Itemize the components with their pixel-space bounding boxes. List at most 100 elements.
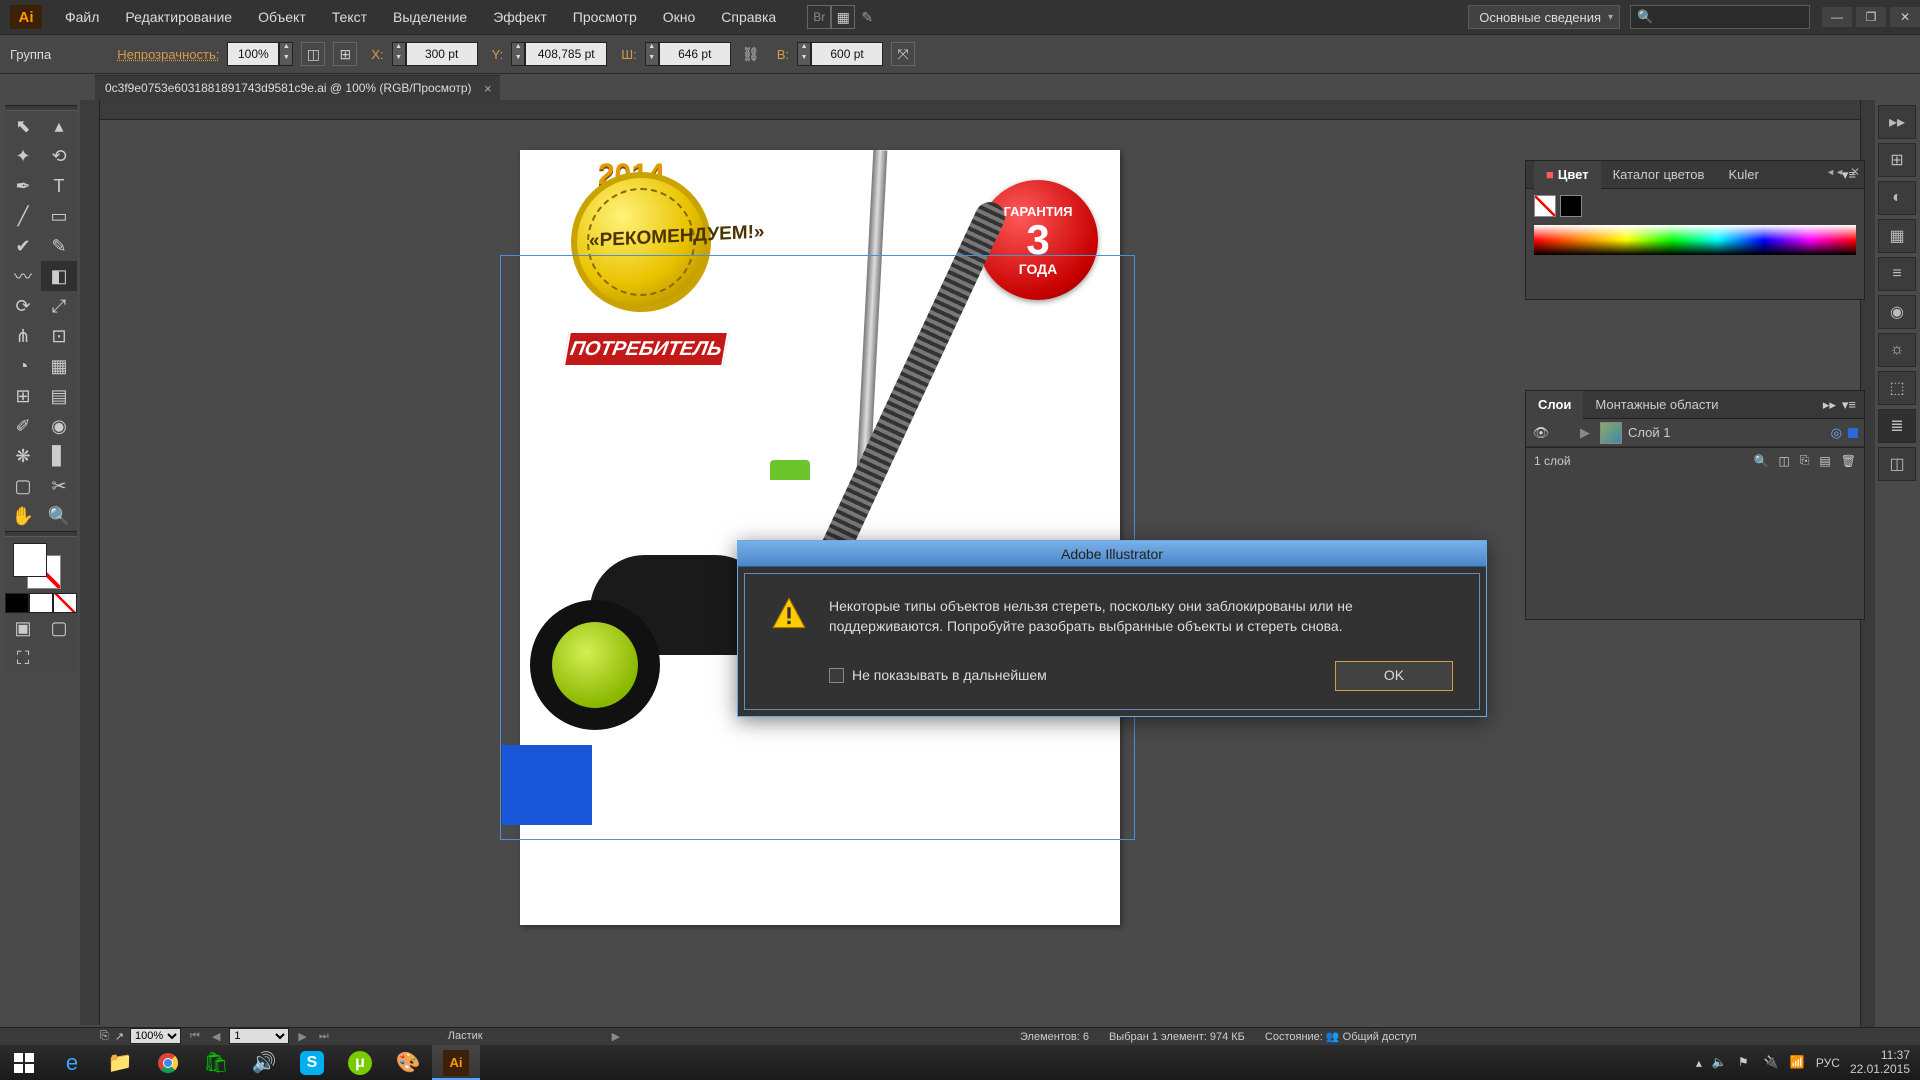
tray-expand-icon[interactable]: ▴	[1696, 1056, 1702, 1070]
selection-tool[interactable]: ⬉	[5, 111, 41, 141]
opacity-dropdown[interactable]: ▲▼	[279, 42, 293, 66]
color-guide-tab[interactable]: Каталог цветов	[1601, 161, 1717, 189]
zoom-select[interactable]: 100%	[130, 1028, 181, 1044]
align-icon[interactable]: ⊞	[333, 42, 357, 66]
scale-tool[interactable]: ⤢	[41, 291, 77, 321]
color-mode-icon[interactable]	[5, 593, 29, 613]
dont-show-checkbox[interactable]	[829, 668, 844, 683]
dock-libraries-icon[interactable]: ◐	[1878, 181, 1916, 215]
dock-swatches-icon[interactable]: ▦	[1878, 219, 1916, 253]
artboard-select[interactable]: 1	[229, 1028, 289, 1044]
menu-type[interactable]: Текст	[319, 0, 380, 34]
visibility-icon[interactable]: 👁	[1526, 425, 1556, 441]
status-dropdown[interactable]: ▶	[609, 1030, 623, 1043]
slice-tool[interactable]: ✂	[41, 471, 77, 501]
artboards-tab[interactable]: Монтажные области	[1583, 391, 1730, 419]
pencil-tool[interactable]: ✎	[41, 231, 77, 261]
task-paint[interactable]: 🎨	[384, 1045, 432, 1080]
new-sublayer-icon[interactable]: ⎘	[1800, 453, 1810, 468]
workspace-switcher[interactable]: Основные сведения	[1468, 5, 1620, 29]
selected-object[interactable]	[502, 745, 592, 825]
tray-flag-icon[interactable]: ⚑	[1738, 1055, 1754, 1071]
stroke-swatch[interactable]	[1560, 195, 1582, 217]
menu-help[interactable]: Справка	[708, 0, 789, 34]
zoom-tool[interactable]: 🔍	[41, 501, 77, 531]
perspective-tool[interactable]: ▦	[41, 351, 77, 381]
gradient-mode-icon[interactable]	[29, 593, 53, 613]
fill-stroke-control[interactable]	[5, 537, 77, 593]
menu-select[interactable]: Выделение	[380, 0, 480, 34]
arrange-docs-icon[interactable]: ▦	[831, 5, 855, 29]
tray-language[interactable]: РУС	[1816, 1056, 1840, 1070]
opacity-input[interactable]	[227, 42, 279, 66]
style-icon[interactable]: ◫	[301, 42, 325, 66]
window-minimize[interactable]: —	[1822, 7, 1852, 27]
task-store[interactable]: 🛍	[192, 1045, 240, 1080]
start-button[interactable]	[0, 1045, 48, 1080]
locate-icon[interactable]: 🔍	[1754, 454, 1769, 468]
gradient-tool[interactable]: ▤	[41, 381, 77, 411]
selection-indicator[interactable]	[1848, 428, 1858, 438]
task-chrome[interactable]	[144, 1045, 192, 1080]
rectangle-tool[interactable]: ▭	[41, 201, 77, 231]
task-ie[interactable]: e	[48, 1045, 96, 1080]
direct-selection-tool[interactable]: ▴	[41, 111, 77, 141]
dock-symbols-icon[interactable]: ◉	[1878, 295, 1916, 329]
x-spinner[interactable]: ▲▼	[392, 42, 406, 66]
artboard-tool[interactable]: ▢	[5, 471, 41, 501]
change-screen-mode[interactable]: ⛶	[5, 643, 41, 673]
tab-close-icon[interactable]: ×	[484, 81, 492, 96]
y-input[interactable]	[525, 42, 607, 66]
tray-volume-icon[interactable]: 🔈	[1712, 1055, 1728, 1071]
shape-builder-tool[interactable]: ◔	[5, 351, 41, 381]
screen-mode-normal[interactable]: ▣	[5, 613, 41, 643]
delete-layer-icon[interactable]: 🗑	[1841, 454, 1856, 468]
y-spinner[interactable]: ▲▼	[511, 42, 525, 66]
link-wh-icon[interactable]: ⛓	[739, 42, 763, 66]
dock-layers-icon[interactable]: ≣	[1878, 409, 1916, 443]
blend-tool[interactable]: ◉	[41, 411, 77, 441]
ok-button[interactable]: OK	[1335, 661, 1453, 691]
expand-triangle-icon[interactable]: ▶	[1576, 425, 1594, 441]
graph-tool[interactable]: ▋	[41, 441, 77, 471]
lasso-tool[interactable]: ⟲	[41, 141, 77, 171]
gpu-icon[interactable]: ✎	[855, 5, 879, 29]
menu-window[interactable]: Окно	[650, 0, 709, 34]
h-spinner[interactable]: ▲▼	[797, 42, 811, 66]
dock-expand-icon[interactable]: ▸▸	[1878, 105, 1916, 139]
color-spectrum[interactable]	[1534, 225, 1856, 255]
type-tool[interactable]: T	[41, 171, 77, 201]
blob-brush-tool[interactable]: 〰	[5, 261, 41, 291]
tray-power-icon[interactable]: 🔌	[1764, 1055, 1780, 1071]
w-spinner[interactable]: ▲▼	[645, 42, 659, 66]
task-sound[interactable]: 🔊	[240, 1045, 288, 1080]
pen-tool[interactable]: ✒	[5, 171, 41, 201]
fill-swatch[interactable]	[1534, 195, 1556, 217]
window-maximize[interactable]: ❐	[1856, 7, 1886, 27]
tray-clock[interactable]: 11:3722.01.2015	[1850, 1049, 1910, 1075]
document-tab[interactable]: 0c3f9e0753e6031881891743d9581c9e.ai @ 10…	[95, 75, 500, 100]
dock-gradient-icon[interactable]: ⬚	[1878, 371, 1916, 405]
window-close[interactable]: ✕	[1890, 7, 1920, 27]
panel-expand-icon[interactable]: ▸▸	[1823, 397, 1842, 413]
task-illustrator[interactable]: Ai	[432, 1045, 480, 1080]
rotate-tool[interactable]: ⟳	[5, 291, 41, 321]
w-input[interactable]	[659, 42, 731, 66]
nav-export-icon[interactable]: ↗	[115, 1030, 124, 1043]
menu-view[interactable]: Просмотр	[560, 0, 650, 34]
dock-brushes-icon[interactable]: ≡	[1878, 257, 1916, 291]
width-tool[interactable]: ⋔	[5, 321, 41, 351]
menu-object[interactable]: Объект	[245, 0, 319, 34]
kuler-tab[interactable]: Kuler	[1716, 161, 1770, 189]
layer-row[interactable]: 👁 ▶ Слой 1 ◎	[1526, 419, 1864, 447]
x-input[interactable]	[406, 42, 478, 66]
magic-wand-tool[interactable]: ✦	[5, 141, 41, 171]
menu-file[interactable]: Файл	[52, 0, 112, 34]
h-input[interactable]	[811, 42, 883, 66]
menu-edit[interactable]: Редактирование	[112, 0, 245, 34]
task-explorer[interactable]: 📁	[96, 1045, 144, 1080]
line-tool[interactable]: ╱	[5, 201, 41, 231]
hand-tool[interactable]: ✋	[5, 501, 41, 531]
mesh-tool[interactable]: ⊞	[5, 381, 41, 411]
transform-icon[interactable]: ⤧	[891, 42, 915, 66]
